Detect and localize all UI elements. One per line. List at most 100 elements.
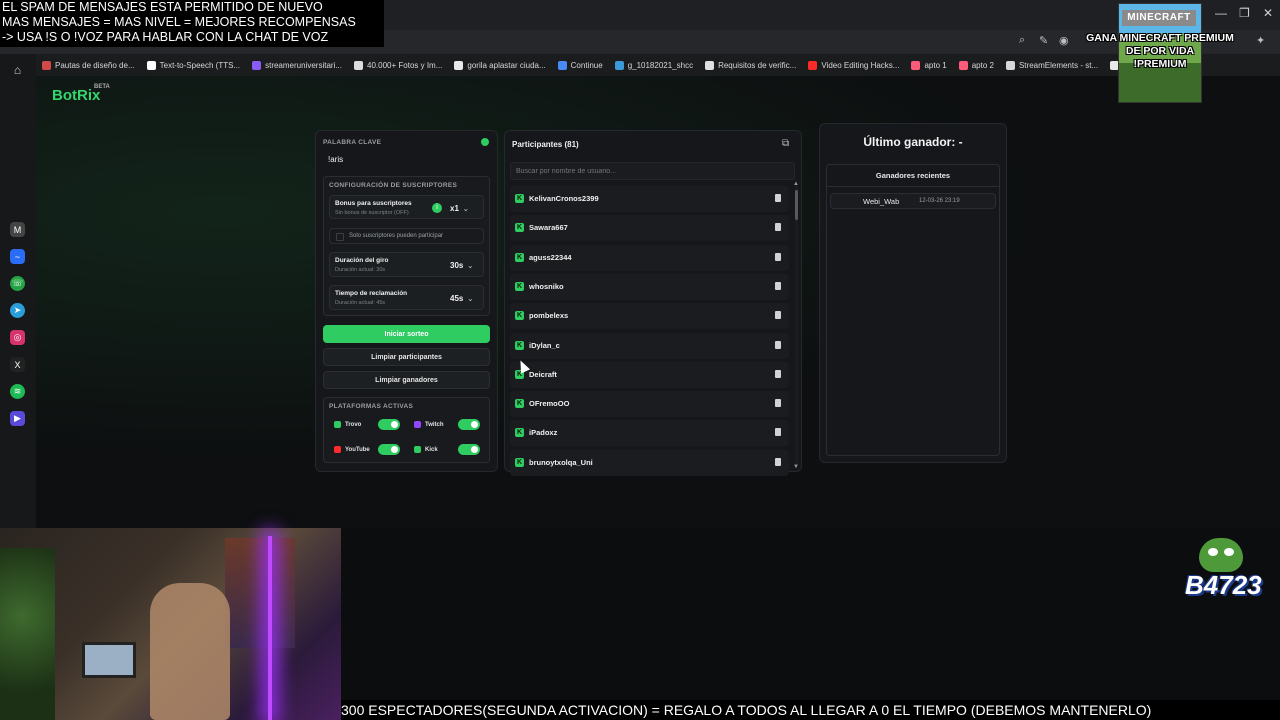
participant-row: Kaguss22344 [510, 244, 789, 271]
search-icon[interactable]: ⌕ [1019, 34, 1025, 47]
bookmark-label: streameruniversitari... [265, 60, 343, 70]
close-icon[interactable]: ✕ [1263, 6, 1273, 20]
whatsapp-icon[interactable]: ☏ [10, 276, 25, 291]
bookmark-item[interactable]: Continue [552, 60, 609, 70]
media-icon[interactable]: ▶ [10, 411, 25, 426]
trash-icon[interactable] [775, 194, 781, 202]
twitch-icon [414, 421, 421, 428]
bookmark-item[interactable]: Text-to-Speech (TTS... [141, 60, 246, 70]
claim-dropdown[interactable]: 45s ⌄ [450, 294, 473, 303]
camera-icon[interactable]: ◉ [1059, 34, 1069, 47]
participant-search-input[interactable] [510, 162, 795, 180]
keyword-input[interactable]: !aris [323, 152, 490, 169]
kick-icon: K [515, 428, 524, 438]
home-icon[interactable]: ⌂ [10, 62, 25, 77]
bookmark-item[interactable]: gorila aplastar ciuda... [448, 60, 551, 70]
clear-participants-button[interactable]: Limpiar participantes [323, 348, 490, 366]
platform-name: Trovo [345, 421, 362, 428]
trash-icon[interactable] [775, 223, 781, 232]
spin-dropdown[interactable]: 30s ⌄ [450, 261, 473, 270]
minimize-icon[interactable]: — [1215, 6, 1227, 20]
kick-icon [414, 446, 421, 453]
bonus-value: x1 [450, 204, 459, 213]
participants-title: Participantes (81) [512, 140, 579, 149]
bookmark-label: g_10182021_shcc [627, 60, 694, 70]
bookmark-item[interactable]: 40.000+ Fotos y Im... [348, 60, 448, 70]
kick-toggle[interactable] [458, 444, 480, 455]
copy-icon[interactable]: ⧉ [782, 138, 789, 149]
bookmark-label: Text-to-Speech (TTS... [159, 60, 241, 70]
only-subs-checkbox[interactable] [336, 233, 344, 241]
recent-winners-title: Ganadores recientes [875, 171, 951, 180]
youtube-toggle[interactable] [378, 444, 400, 455]
bookmark-label: apto 2 [971, 60, 994, 70]
claim-title: Tiempo de reclamación [335, 290, 408, 297]
claim-time-row: Tiempo de reclamación Duración actual: 4… [329, 285, 484, 310]
ai-icon[interactable]: ✦ [1256, 34, 1265, 47]
telegram-icon[interactable]: ➤ [10, 303, 25, 318]
bookmark-favicon-icon [1005, 60, 1015, 70]
bookmark-favicon-icon [557, 60, 567, 70]
only-subs-row[interactable]: Solo suscriptores pueden participar [329, 228, 484, 244]
bookmark-item[interactable]: apto 1 [905, 60, 952, 70]
bookmark-label: Pautas de diseño de... [55, 60, 135, 70]
promo-line: !PREMIUM [1133, 58, 1187, 70]
instagram-icon[interactable]: ◎ [10, 330, 25, 345]
restore-icon[interactable]: ❐ [1239, 6, 1250, 20]
bonus-sub: Sin bonus de suscriptor (OFF) [335, 210, 409, 216]
twitch-toggle[interactable] [458, 419, 480, 430]
participant-row: KiDylan_c [510, 332, 789, 359]
participant-name: iPadoxz [529, 428, 558, 438]
participant-row: Kwhosniko [510, 273, 789, 300]
trash-icon[interactable] [775, 399, 781, 408]
divider [826, 186, 1000, 187]
youtube-icon [334, 446, 341, 453]
winner-name: Webi_Wab [863, 197, 900, 206]
subs-section-title: CONFIGURACIÓN DE SUSCRIPTORES [329, 182, 458, 189]
trovo-icon [334, 421, 341, 428]
botrix-logo[interactable]: BotRix BETA [52, 84, 110, 104]
info-icon[interactable]: i [432, 203, 442, 213]
trash-icon[interactable] [775, 281, 781, 290]
scroll-up-icon[interactable]: ▲ [793, 181, 799, 187]
participants-scroll-thumb[interactable] [795, 190, 798, 220]
bookmark-item[interactable]: g_10182021_shcc [609, 60, 699, 70]
pepe-eye [1224, 548, 1234, 556]
trash-icon[interactable] [775, 369, 781, 378]
bookmark-item[interactable]: Video Editing Hacks... [802, 60, 905, 70]
trovo-toggle[interactable] [378, 419, 400, 430]
spotify-icon[interactable]: ≋ [10, 384, 25, 399]
trash-icon[interactable] [775, 252, 781, 261]
x-icon[interactable]: X [10, 357, 25, 372]
trash-icon[interactable] [775, 457, 781, 466]
spin-value: 30s [450, 261, 464, 270]
gmail-icon[interactable]: M [10, 222, 25, 237]
bookmark-item[interactable]: Pautas de diseño de... [36, 60, 141, 70]
scroll-down-icon[interactable]: ▼ [793, 464, 799, 470]
participant-name: whosniko [529, 281, 564, 291]
trash-icon[interactable] [775, 340, 781, 349]
participant-row: K OFremoOO [510, 391, 789, 418]
bookmark-favicon-icon [354, 60, 364, 70]
bonus-dropdown[interactable]: x1 ⌄ [450, 204, 469, 213]
pepe-emote: B4723 [1185, 538, 1262, 602]
participant-name: OFremoOO [529, 399, 570, 409]
bookmark-label: 40.000+ Fotos y Im... [367, 60, 443, 70]
spin-duration-row: Duración del giro Duración actual: 30s 3… [329, 252, 484, 277]
trash-icon[interactable] [775, 311, 781, 320]
webcam-feed [0, 528, 341, 720]
edit-icon[interactable]: ✎ [1039, 34, 1048, 47]
trash-icon[interactable] [775, 428, 781, 437]
bookmark-item[interactable]: apto 2 [953, 60, 1000, 70]
kick-icon: K [515, 457, 524, 467]
bookmark-item[interactable]: Requisitos de verific... [699, 60, 802, 70]
platform-name: YouTube [345, 446, 370, 453]
messenger-icon[interactable]: ~ [10, 249, 25, 264]
participants-scrollbar[interactable] [795, 186, 798, 466]
chevron-down-icon: ⌄ [462, 206, 469, 213]
participant-row: KiPadoxz [510, 420, 789, 447]
clear-winners-button[interactable]: Limpiar ganadores [323, 371, 490, 389]
participant-row: Kpombelexs [510, 303, 789, 330]
bookmark-item[interactable]: streameruniversitari... [246, 60, 348, 70]
start-raffle-button[interactable]: Iniciar sorteo [323, 325, 490, 343]
